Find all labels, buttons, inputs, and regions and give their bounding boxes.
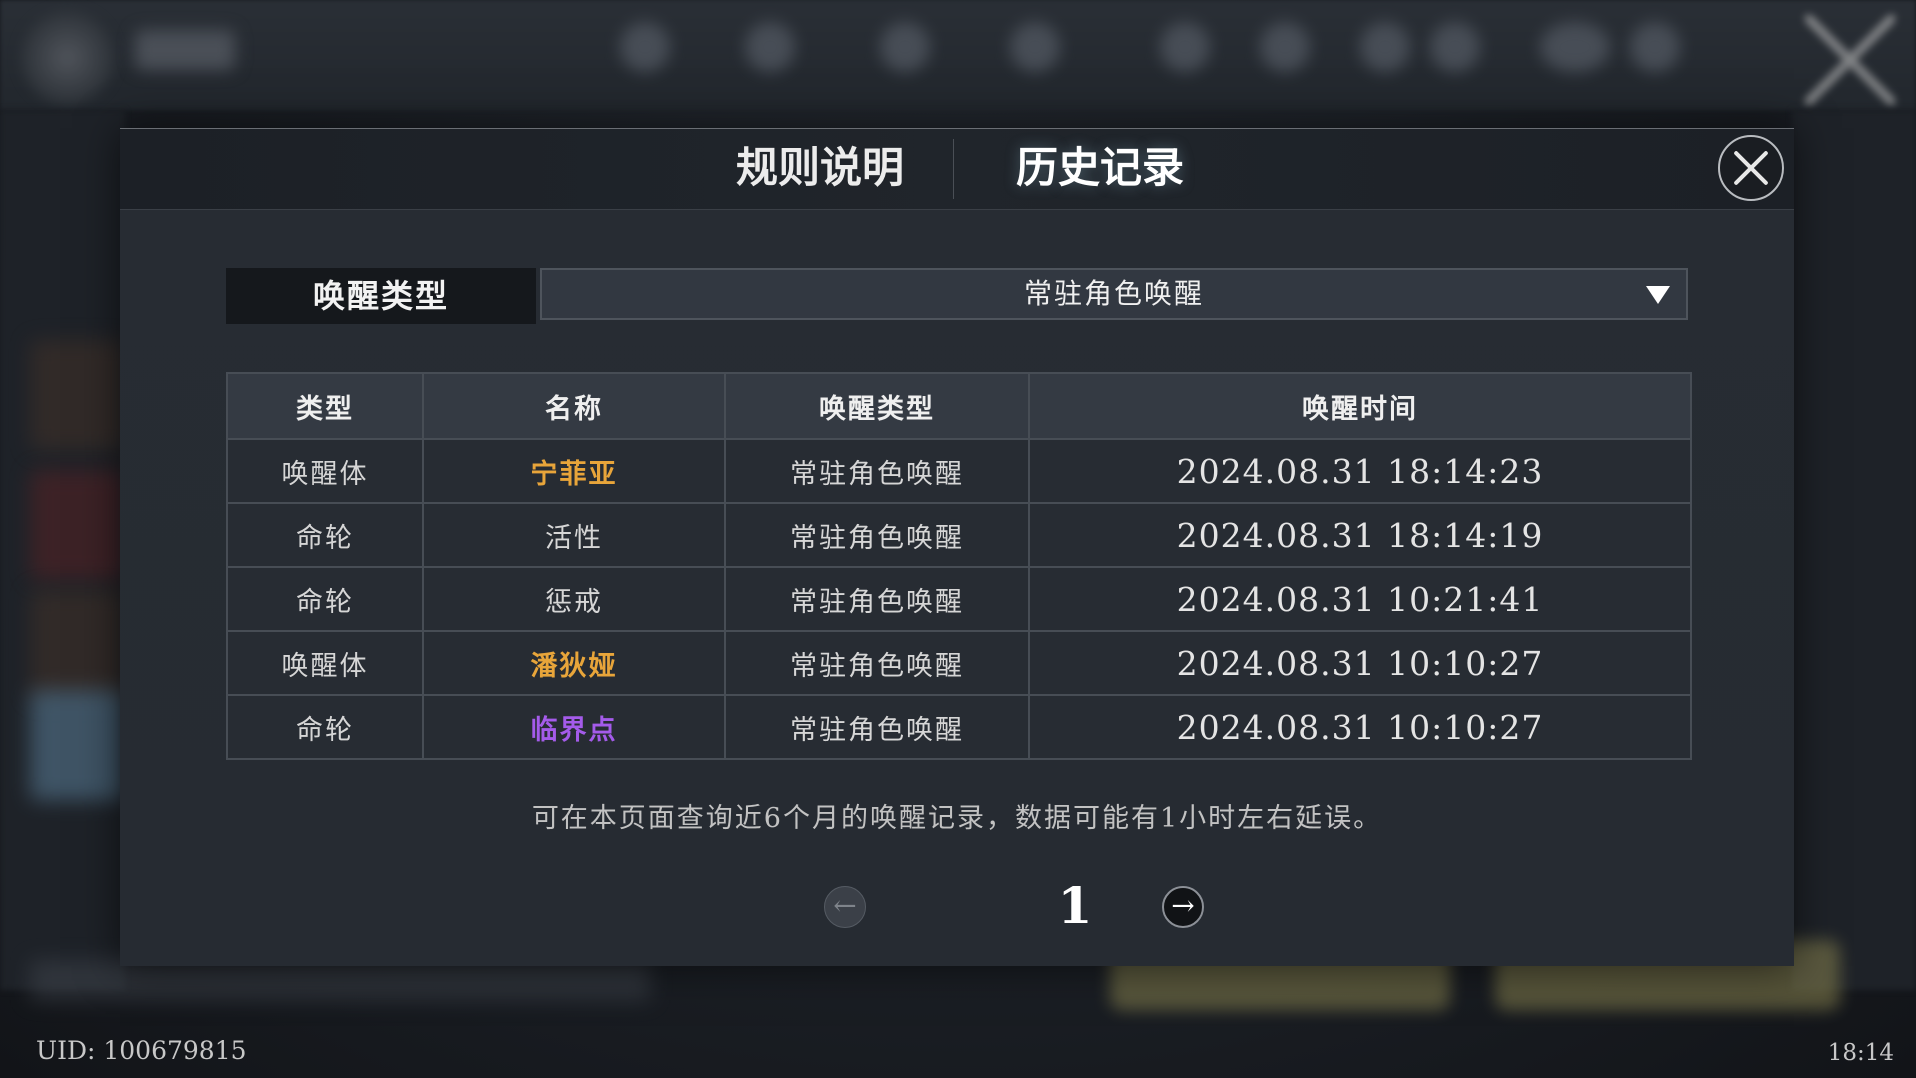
history-table: 类型 名称 唤醒类型 唤醒时间 唤醒体 宁菲亚 常驻角色唤醒 2024.08.3… xyxy=(226,372,1692,760)
cell-type: 命轮 xyxy=(226,566,424,632)
cell-name: 临界点 xyxy=(422,694,726,760)
cell-name: 宁菲亚 xyxy=(422,438,726,504)
background-card xyxy=(30,590,125,700)
background-resource-icon xyxy=(620,22,670,72)
background-card xyxy=(30,690,125,800)
cell-wake-type: 常驻角色唤醒 xyxy=(724,630,1030,696)
cell-type: 唤醒体 xyxy=(226,630,424,696)
modal-header: 规则说明 历史记录 xyxy=(120,128,1794,210)
cell-time: 2024.08.31 10:21:41 xyxy=(1028,566,1692,632)
background-resource-icon xyxy=(1010,22,1060,72)
background-card xyxy=(30,340,125,450)
table-row: 唤醒体 潘狄娅 常驻角色唤醒 2024.08.31 10:10:27 xyxy=(226,630,1692,696)
current-page: 1 xyxy=(1057,876,1093,935)
background-resource-icon xyxy=(1360,22,1410,72)
background-card xyxy=(30,470,125,580)
history-modal: 规则说明 历史记录 唤醒类型 常驻角色唤醒 类型 名称 唤醒类型 唤醒时间 唤醒… xyxy=(120,128,1794,966)
background-logo xyxy=(20,10,115,105)
background-top-bar xyxy=(0,0,1916,110)
background-resource-icon xyxy=(1540,22,1610,72)
table-row: 命轮 活性 常驻角色唤醒 2024.08.31 18:14:19 xyxy=(226,502,1692,568)
tab-history[interactable]: 历史记录 xyxy=(950,129,1250,209)
column-header: 唤醒时间 xyxy=(1028,372,1692,440)
cell-time: 2024.08.31 10:10:27 xyxy=(1028,694,1692,760)
background-resource-icon xyxy=(1630,22,1680,72)
background-resource-icon xyxy=(1160,22,1210,72)
arrow-left-icon: ← xyxy=(833,889,857,922)
cell-type: 唤醒体 xyxy=(226,438,424,504)
cell-name: 惩戒 xyxy=(422,566,726,632)
arrow-right-icon: → xyxy=(1171,889,1195,922)
background-title xyxy=(135,30,235,70)
background-resource-icon xyxy=(745,22,795,72)
background-resource-icon xyxy=(1430,22,1480,72)
table-row: 命轮 惩戒 常驻角色唤醒 2024.08.31 10:21:41 xyxy=(226,566,1692,632)
cell-type: 命轮 xyxy=(226,694,424,760)
background-resource-icon xyxy=(880,22,930,72)
uid-label: UID: 100679815 xyxy=(36,1036,247,1065)
close-button[interactable] xyxy=(1718,135,1784,201)
background-bottom-strip xyxy=(30,960,650,1000)
wake-type-label: 唤醒类型 xyxy=(226,268,536,324)
table-row: 命轮 临界点 常驻角色唤醒 2024.08.31 10:10:27 xyxy=(226,694,1692,760)
wake-type-select[interactable]: 常驻角色唤醒 xyxy=(540,268,1688,320)
column-header: 唤醒类型 xyxy=(724,372,1030,440)
cell-name: 潘狄娅 xyxy=(422,630,726,696)
cell-time: 2024.08.31 18:14:23 xyxy=(1028,438,1692,504)
chevron-down-icon xyxy=(1646,286,1670,304)
wake-type-selected-value: 常驻角色唤醒 xyxy=(1023,277,1204,310)
cell-time: 2024.08.31 18:14:19 xyxy=(1028,502,1692,568)
next-page-button[interactable]: → xyxy=(1162,886,1204,928)
background-resource-icon xyxy=(1260,22,1310,72)
cell-time: 2024.08.31 10:10:27 xyxy=(1028,630,1692,696)
cell-wake-type: 常驻角色唤醒 xyxy=(724,502,1030,568)
background-right-panel xyxy=(1792,110,1916,990)
column-header: 类型 xyxy=(226,372,424,440)
background-close-icon xyxy=(1805,15,1895,105)
cell-type: 命轮 xyxy=(226,502,424,568)
tab-rules[interactable]: 规则说明 xyxy=(680,129,960,209)
prev-page-button[interactable]: ← xyxy=(824,886,866,928)
table-header-row: 类型 名称 唤醒类型 唤醒时间 xyxy=(226,372,1692,440)
clock: 18:14 xyxy=(1827,1040,1894,1066)
cell-wake-type: 常驻角色唤醒 xyxy=(724,438,1030,504)
cell-wake-type: 常驻角色唤醒 xyxy=(724,694,1030,760)
table-row: 唤醒体 宁菲亚 常驻角色唤醒 2024.08.31 18:14:23 xyxy=(226,438,1692,504)
history-note: 可在本页面查询近6个月的唤醒记录，数据可能有1小时左右延误。 xyxy=(531,803,1383,834)
cell-name: 活性 xyxy=(422,502,726,568)
column-header: 名称 xyxy=(422,372,726,440)
cell-wake-type: 常驻角色唤醒 xyxy=(724,566,1030,632)
